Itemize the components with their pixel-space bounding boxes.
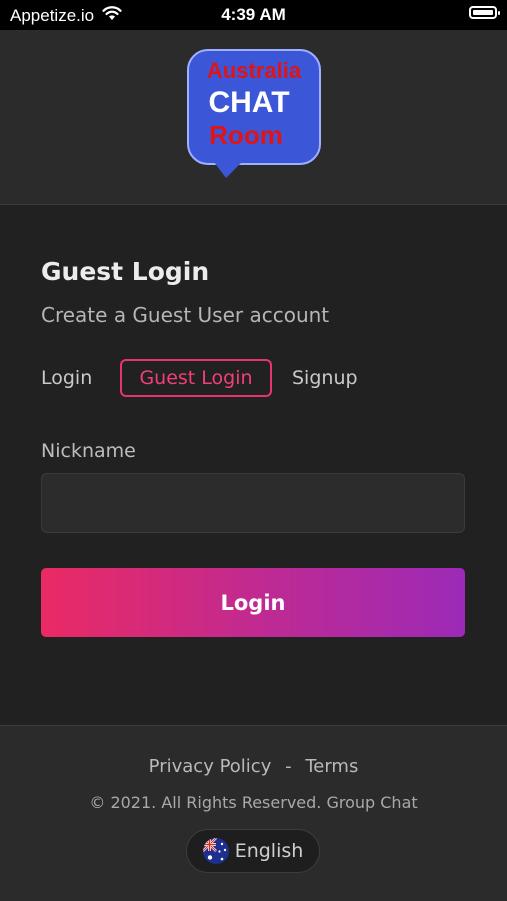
nickname-label: Nickname bbox=[41, 440, 136, 462]
copyright-text: © 2021. All Rights Reserved. Group Chat bbox=[89, 793, 418, 812]
footer: Privacy Policy - Terms © 2021. All Right… bbox=[0, 725, 507, 901]
logo-line2: CHAT bbox=[208, 86, 289, 119]
tab-login[interactable]: Login bbox=[41, 359, 92, 397]
battery-icon bbox=[469, 6, 500, 19]
logo-line3: Room bbox=[209, 120, 283, 150]
header: Australia CHAT Room bbox=[0, 30, 507, 205]
tab-guest-login[interactable]: Guest Login bbox=[120, 359, 272, 397]
language-selector[interactable]: English bbox=[186, 829, 320, 873]
nickname-input[interactable] bbox=[41, 473, 465, 533]
logo-line1: Australia bbox=[207, 58, 302, 83]
terms-link[interactable]: Terms bbox=[305, 756, 358, 777]
australia-flag-icon bbox=[202, 838, 229, 864]
login-panel: Guest Login Create a Guest User account … bbox=[0, 205, 507, 724]
login-button[interactable]: Login bbox=[41, 568, 465, 637]
tab-signup[interactable]: Signup bbox=[292, 359, 358, 397]
status-bar: Appetize.io 4:39 AM bbox=[0, 0, 507, 30]
page-title: Guest Login bbox=[41, 257, 210, 286]
page-subtitle: Create a Guest User account bbox=[41, 303, 330, 327]
footer-links: Privacy Policy - Terms bbox=[0, 756, 507, 777]
status-time: 4:39 AM bbox=[221, 5, 286, 24]
language-label: English bbox=[234, 840, 304, 862]
app-logo: Australia CHAT Room bbox=[186, 48, 322, 180]
privacy-policy-link[interactable]: Privacy Policy bbox=[149, 756, 272, 777]
footer-separator: - bbox=[285, 756, 292, 777]
